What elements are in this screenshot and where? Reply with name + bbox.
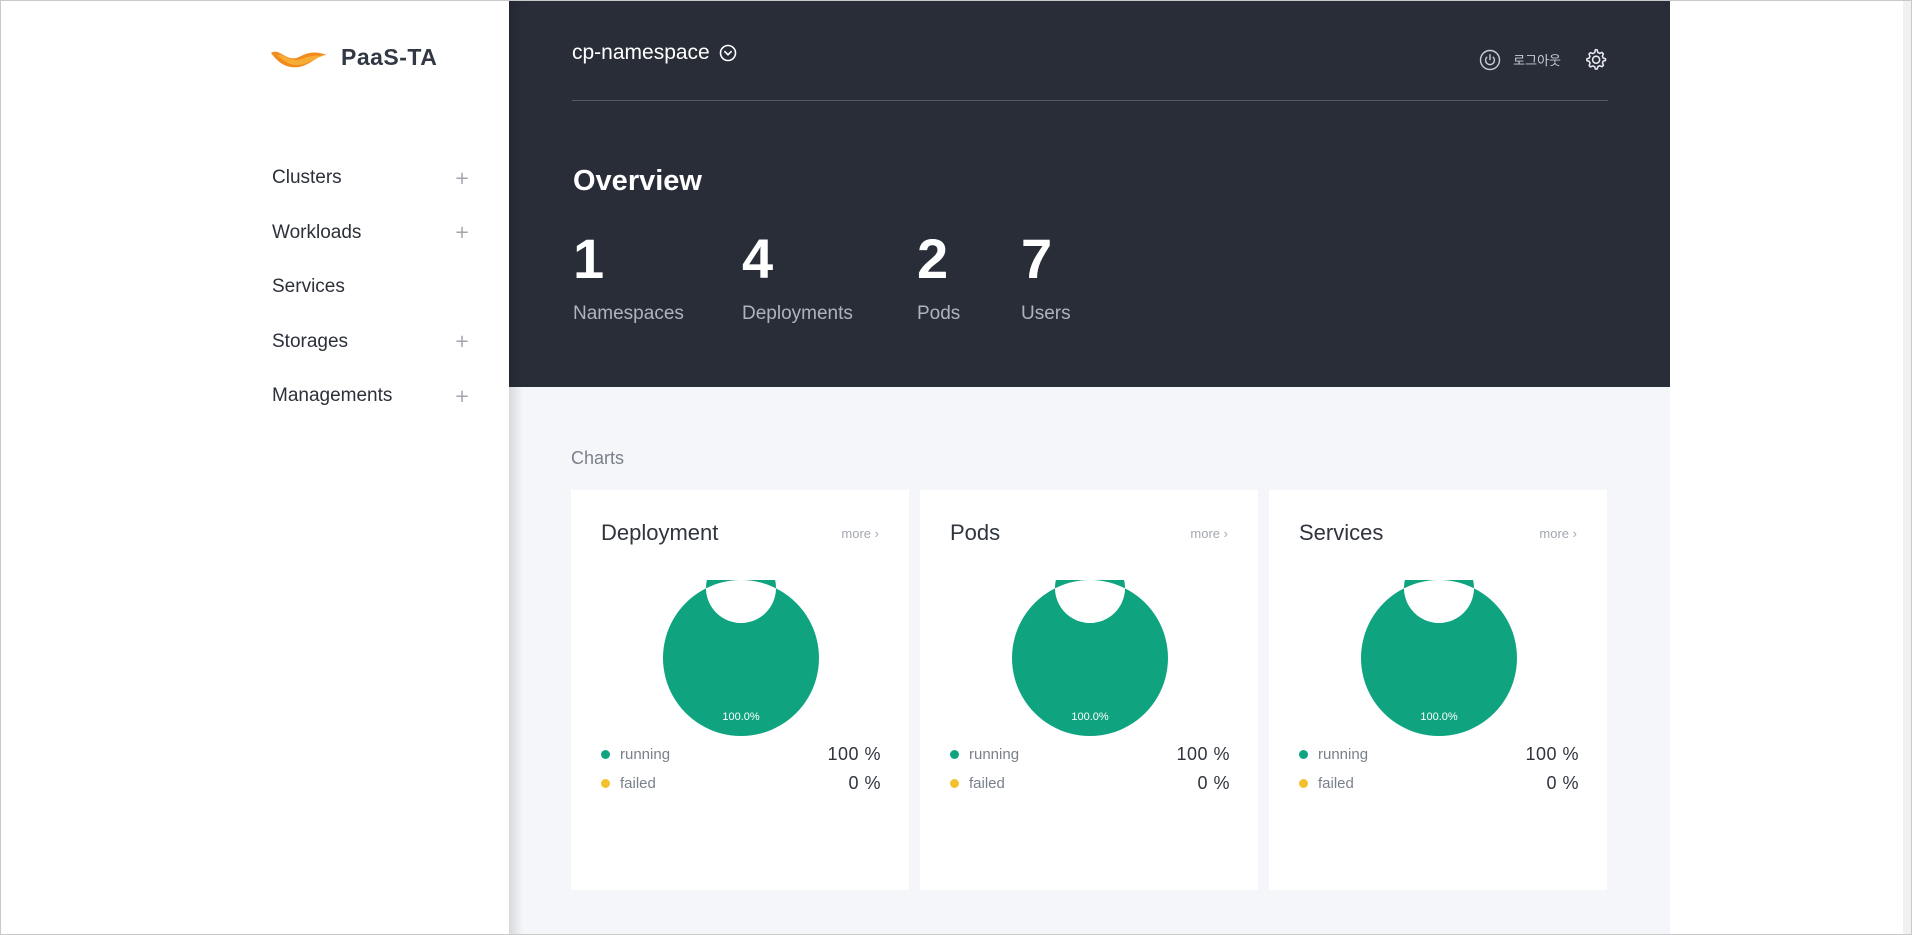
legend-label: failed bbox=[1318, 775, 1354, 792]
donut-data-label: 100.0% bbox=[722, 711, 760, 723]
stat-value: 2 bbox=[917, 227, 949, 290]
legend-value: 0 % bbox=[1546, 773, 1579, 793]
chart-card-deployment: Deployment more › 100.0% running 100 % f… bbox=[571, 490, 909, 890]
sidebar-item-clusters[interactable]: Clusters + bbox=[272, 151, 470, 206]
legend-dot-failed bbox=[1299, 779, 1308, 788]
sidebar-item-label: Workloads bbox=[272, 221, 362, 243]
sidebar-item-label: Storages bbox=[272, 330, 349, 352]
more-link[interactable]: more › bbox=[841, 526, 879, 541]
card-title: Services bbox=[1299, 520, 1384, 545]
page-title: Overview bbox=[573, 165, 702, 197]
namespace-selector[interactable]: cp-namespace bbox=[572, 41, 737, 65]
paas-ta-logo-icon bbox=[271, 51, 327, 68]
section-title: Charts bbox=[571, 448, 625, 468]
header-actions: 로그아웃 bbox=[1479, 47, 1608, 72]
overview-hero: cp-namespace 로그아웃 Overview 1 Namespaces … bbox=[509, 1, 1670, 387]
sidebar-item-label: Clusters bbox=[272, 167, 342, 189]
chevron-right-icon: › bbox=[874, 526, 879, 541]
legend-label: running bbox=[620, 746, 671, 763]
more-link[interactable]: more › bbox=[1539, 526, 1577, 541]
stat-namespaces[interactable]: 1 Namespaces bbox=[573, 231, 684, 325]
plus-icon[interactable]: + bbox=[454, 331, 470, 352]
chevron-down-icon bbox=[719, 44, 737, 62]
legend-failed: failed 0 % bbox=[1299, 773, 1579, 794]
sidebar-nav: Clusters + Workloads + Services Storages… bbox=[272, 151, 470, 424]
stat-pods[interactable]: 2 Pods bbox=[917, 231, 960, 325]
sidebar-item-managements[interactable]: Managements + bbox=[272, 369, 470, 424]
plus-icon[interactable]: + bbox=[454, 386, 470, 407]
stat-label: Namespaces bbox=[573, 303, 684, 324]
legend-failed: failed 0 % bbox=[950, 773, 1230, 794]
donut-data-label: 100.0% bbox=[1071, 711, 1109, 723]
stat-value: 4 bbox=[742, 227, 774, 290]
sidebar-item-workloads[interactable]: Workloads + bbox=[272, 206, 470, 261]
stat-users[interactable]: 7 Users bbox=[1021, 231, 1071, 325]
main-content: cp-namespace 로그아웃 Overview 1 Namespaces … bbox=[509, 1, 1670, 934]
legend-failed: failed 0 % bbox=[601, 773, 881, 794]
stat-label: Users bbox=[1021, 303, 1071, 324]
power-icon bbox=[1479, 49, 1501, 70]
legend-value: 100 % bbox=[827, 744, 881, 764]
legend-value: 100 % bbox=[1176, 744, 1230, 764]
logo-text: PaaS-TA bbox=[341, 43, 438, 70]
legend-running: running 100 % bbox=[601, 744, 881, 765]
legend-label: failed bbox=[620, 775, 656, 792]
card-title: Deployment bbox=[601, 520, 719, 545]
legend-dot-failed bbox=[601, 779, 610, 788]
chevron-right-icon: › bbox=[1223, 526, 1228, 541]
legend-dot-running bbox=[601, 750, 610, 759]
gear-icon[interactable] bbox=[1583, 47, 1608, 72]
donut-chart: 100.0% bbox=[1361, 580, 1517, 736]
sidebar-item-label: Managements bbox=[272, 385, 393, 407]
legend-dot-failed bbox=[950, 779, 959, 788]
stat-deployments[interactable]: 4 Deployments bbox=[742, 231, 853, 325]
legend-label: failed bbox=[969, 775, 1005, 792]
stat-label: Deployments bbox=[742, 303, 853, 324]
plus-icon[interactable]: + bbox=[454, 168, 470, 189]
legend-value: 0 % bbox=[848, 773, 881, 793]
legend-dot-running bbox=[1299, 750, 1308, 759]
legend-value: 0 % bbox=[1197, 773, 1230, 793]
chevron-right-icon: › bbox=[1572, 526, 1577, 541]
legend-value: 100 % bbox=[1525, 744, 1579, 764]
legend-label: running bbox=[969, 746, 1020, 763]
sidebar: PaaS-TA Clusters + Workloads + Services … bbox=[1, 1, 509, 934]
header-divider bbox=[572, 100, 1608, 101]
more-label: more bbox=[1190, 526, 1221, 541]
chart-card-services: Services more › 100.0% running 100 % fai… bbox=[1269, 490, 1607, 890]
more-link[interactable]: more › bbox=[1190, 526, 1228, 541]
card-title: Pods bbox=[950, 520, 1001, 545]
plus-icon[interactable]: + bbox=[454, 222, 470, 243]
logout-label: 로그아웃 bbox=[1513, 53, 1561, 68]
scrollbar[interactable] bbox=[1903, 1, 1911, 934]
legend-dot-running bbox=[950, 750, 959, 759]
donut-chart: 100.0% bbox=[1012, 580, 1168, 736]
legend-label: running bbox=[1318, 746, 1369, 763]
sidebar-item-services[interactable]: Services bbox=[272, 260, 470, 315]
sidebar-item-storages[interactable]: Storages + bbox=[272, 315, 470, 370]
stat-label: Pods bbox=[917, 303, 961, 324]
namespace-name: cp-namespace bbox=[572, 41, 710, 64]
more-label: more bbox=[1539, 526, 1570, 541]
stat-value: 1 bbox=[573, 227, 605, 290]
chart-card-pods: Pods more › 100.0% running 100 % failed … bbox=[920, 490, 1258, 890]
donut-chart: 100.0% bbox=[663, 580, 819, 736]
app-window: PaaS-TA Clusters + Workloads + Services … bbox=[0, 0, 1912, 935]
stat-value: 7 bbox=[1021, 227, 1053, 290]
legend-running: running 100 % bbox=[950, 744, 1230, 765]
more-label: more bbox=[841, 526, 872, 541]
logout-button[interactable]: 로그아웃 bbox=[1479, 49, 1561, 71]
donut-data-label: 100.0% bbox=[1420, 711, 1458, 723]
legend-running: running 100 % bbox=[1299, 744, 1579, 765]
sidebar-item-label: Services bbox=[272, 276, 345, 298]
logo[interactable]: PaaS-TA bbox=[269, 43, 437, 71]
